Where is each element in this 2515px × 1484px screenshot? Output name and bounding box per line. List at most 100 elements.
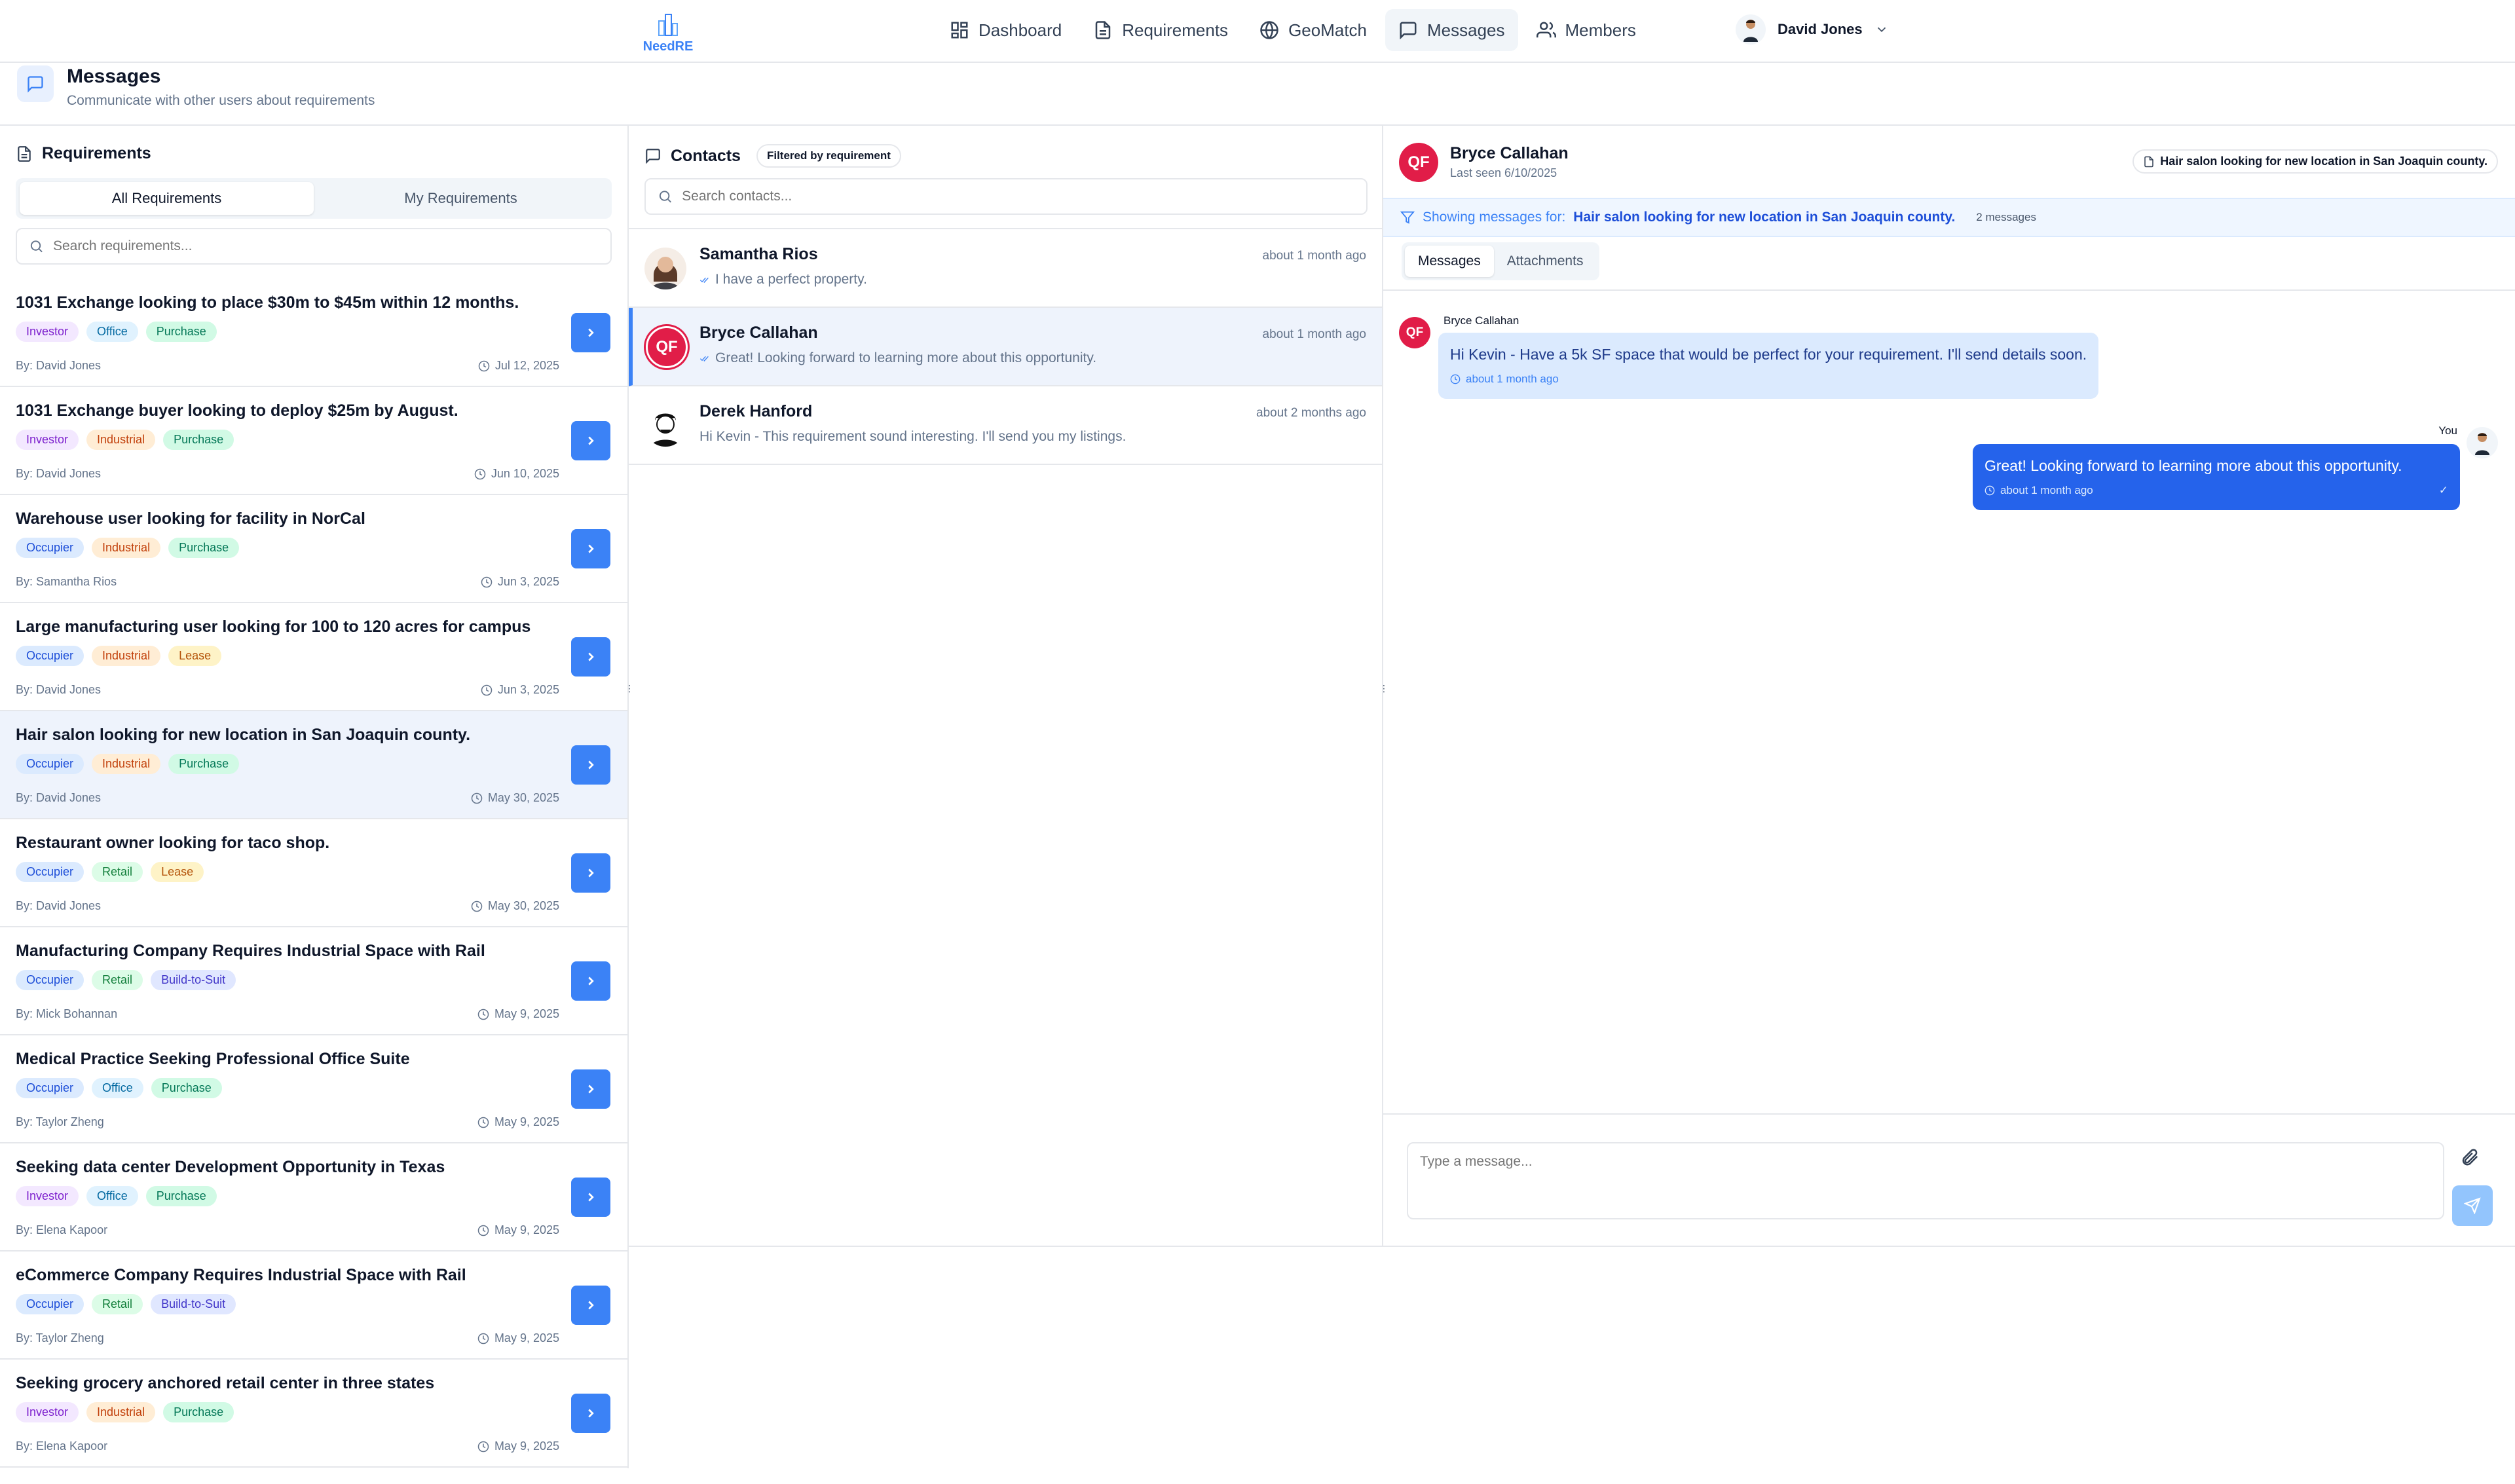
chevron-right-icon (588, 652, 594, 661)
nav-requirements[interactable]: Requirements (1080, 9, 1241, 51)
requirement-tags: Occupier Industrial Lease (16, 646, 612, 666)
requirement-author: By: Mick Bohannan (16, 1007, 118, 1020)
contact-item[interactable]: Samantha Rios I have a perfect property.… (629, 229, 1382, 308)
open-requirement-button[interactable] (571, 853, 610, 893)
requirement-tag: Occupier (16, 1294, 84, 1314)
tab-all-requirements[interactable]: All Requirements (20, 182, 314, 215)
requirement-tag: Office (86, 322, 138, 342)
dashboard-icon (951, 22, 968, 39)
person-avatar-icon (2475, 433, 2489, 455)
open-requirement-button[interactable] (571, 1286, 610, 1325)
open-requirement-button[interactable] (571, 421, 610, 460)
requirement-item[interactable]: eCommerce Company Requires Industrial Sp… (0, 1252, 627, 1360)
open-requirement-button[interactable] (571, 1394, 610, 1433)
requirement-item[interactable]: Large manufacturing user looking for 100… (0, 603, 627, 711)
chat-contact-name: Bryce Callahan (1450, 144, 1569, 162)
chevron-right-icon (588, 1301, 594, 1310)
document-icon (1095, 21, 1111, 39)
search-icon (659, 191, 671, 203)
page-message-icon (17, 65, 54, 102)
requirement-author: By: Samantha Rios (16, 575, 117, 588)
chat-last-seen: Last seen 6/10/2025 (1450, 166, 1557, 179)
requirement-item[interactable]: 1031 Exchange looking to place $30m to $… (0, 279, 627, 387)
user-menu[interactable]: David Jones (1736, 14, 1889, 45)
requirement-title: Warehouse user looking for facility in N… (16, 510, 365, 528)
requirement-date: May 9, 2025 (477, 1115, 559, 1129)
contacts-search-input[interactable] (682, 189, 1354, 204)
contact-time: about 1 month ago (1262, 249, 1366, 263)
message-input[interactable] (1420, 1154, 2431, 1208)
requirement-tag: Investor (16, 1402, 79, 1422)
requirement-tags: Occupier Office Purchase (16, 1078, 612, 1098)
tab-messages[interactable]: Messages (1405, 246, 1494, 277)
chat-requirement-text: Hair salon looking for new location in S… (2160, 155, 2487, 168)
open-requirement-button[interactable] (571, 961, 610, 1001)
chat-panel: QF Bryce Callahan Last seen 6/10/2025 Ha… (1383, 126, 2515, 1247)
contact-avatar (644, 248, 686, 289)
requirement-date-text: Jun 3, 2025 (497, 575, 559, 588)
open-requirement-button[interactable] (571, 745, 610, 785)
chevron-right-icon (588, 1193, 594, 1202)
chevron-right-icon (588, 976, 594, 986)
open-requirement-button[interactable] (571, 637, 610, 677)
requirement-author: By: David Jones (16, 791, 102, 804)
requirement-tag: Office (86, 1186, 138, 1206)
requirements-search[interactable] (16, 228, 612, 265)
open-requirement-button[interactable] (571, 1069, 610, 1109)
app-logo[interactable]: NeedRE (629, 12, 707, 54)
requirements-search-input[interactable] (52, 238, 599, 254)
requirement-title: Seeking data center Development Opportun… (16, 1158, 445, 1176)
nav-dashboard[interactable]: Dashboard (937, 9, 1075, 51)
requirement-item[interactable]: Seeking grocery anchored retail center i… (0, 1360, 627, 1468)
requirement-item[interactable]: Seeking data center Development Opportun… (0, 1143, 627, 1252)
tab-my-requirements[interactable]: My Requirements (314, 182, 608, 215)
man-illustration-icon (651, 413, 680, 447)
send-icon (2464, 1197, 2481, 1214)
requirement-author: By: David Jones (16, 359, 102, 372)
page-subtitle: Communicate with other users about requi… (67, 93, 375, 108)
contact-preview: I have a perfect property. (699, 272, 1366, 288)
send-button[interactable] (2452, 1185, 2493, 1226)
nav-messages[interactable]: Messages (1385, 9, 1518, 51)
chat-requirement-badge[interactable]: Hair salon looking for new location in S… (2133, 149, 2498, 174)
open-requirement-button[interactable] (571, 313, 610, 352)
requirement-item[interactable]: Restaurant owner looking for taco shop. … (0, 819, 627, 927)
requirement-item[interactable]: Warehouse user looking for facility in N… (0, 495, 627, 603)
requirement-tag: Occupier (16, 754, 84, 774)
requirement-tags: Occupier Industrial Purchase (16, 754, 612, 774)
contact-time: about 2 months ago (1256, 406, 1366, 420)
nav-members-label: Members (1565, 20, 1636, 40)
contacts-title: Contacts (671, 146, 741, 165)
nav-geomatch[interactable]: GeoMatch (1246, 9, 1380, 51)
requirement-item[interactable]: Medical Practice Seeking Professional Of… (0, 1035, 627, 1143)
chevron-right-icon (588, 436, 594, 445)
clock-icon (477, 1441, 489, 1452)
requirement-item[interactable]: Hair salon looking for new location in S… (0, 711, 627, 819)
attach-button[interactable] (2460, 1147, 2482, 1170)
requirement-item[interactable]: Manufacturing Company Requires Industria… (0, 927, 627, 1035)
requirement-item[interactable]: 1031 Exchange buyer looking to deploy $2… (0, 387, 627, 495)
tab-attachments[interactable]: Attachments (1494, 246, 1597, 277)
divider (1383, 289, 2515, 291)
requirement-title: eCommerce Company Requires Industrial Sp… (16, 1266, 466, 1284)
contacts-header: Contacts Filtered by requirement (644, 144, 901, 168)
requirement-tag: Investor (16, 1186, 79, 1206)
requirement-date: May 9, 2025 (477, 1331, 559, 1345)
clock-icon (478, 360, 490, 371)
requirement-tag: Industrial (86, 1402, 156, 1422)
contact-item-selected[interactable]: QF Bryce Callahan Great! Looking forward… (629, 308, 1382, 386)
requirement-tag: Industrial (92, 538, 161, 558)
requirement-date-text: May 9, 2025 (494, 1439, 559, 1453)
filter-requirement: Hair salon looking for new location in S… (1573, 210, 1956, 225)
requirement-tag: Occupier (16, 970, 84, 990)
open-requirement-button[interactable] (571, 529, 610, 568)
requirement-title: Restaurant owner looking for taco shop. (16, 834, 330, 852)
open-requirement-button[interactable] (571, 1178, 610, 1217)
contacts-search[interactable] (644, 178, 1368, 215)
requirement-date: Jun 3, 2025 (481, 683, 559, 697)
contact-item[interactable]: Derek Hanford Hi Kevin - This requiremen… (629, 386, 1382, 465)
message-composer[interactable] (1407, 1142, 2444, 1219)
requirement-tag: Occupier (16, 862, 84, 882)
nav-members[interactable]: Members (1523, 9, 1649, 51)
requirements-header: Requirements (16, 144, 151, 163)
